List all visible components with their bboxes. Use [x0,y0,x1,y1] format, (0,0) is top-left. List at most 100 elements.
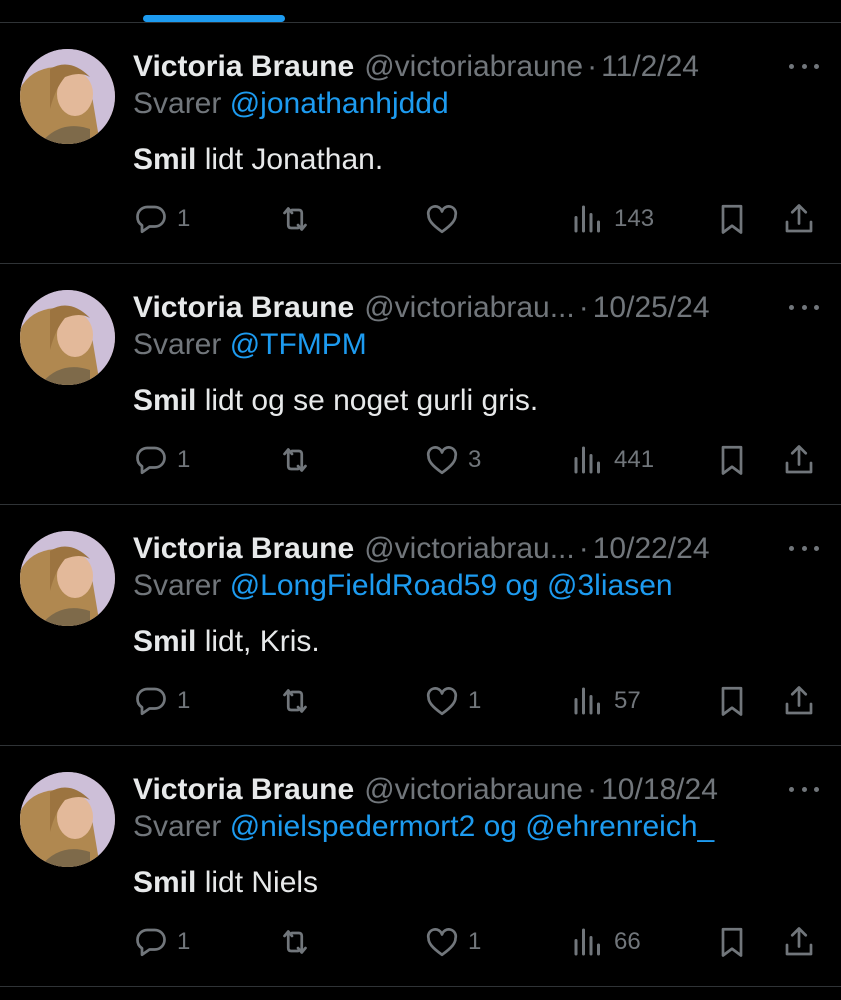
more-icon[interactable] [789,61,819,71]
author-name[interactable]: Victoria Braune [133,291,354,325]
share-icon [785,686,813,715]
tweet[interactable]: Victoria Braune @victoriabraune · 11/2/2… [0,23,841,264]
author-handle[interactable]: @victoriabraune [364,50,583,84]
tweet[interactable]: Victoria Braune @victoriabrau... · 10/22… [0,505,841,746]
reply-button[interactable]: 1 [133,198,190,240]
views-button[interactable]: 66 [570,921,641,963]
like-icon [426,205,458,234]
views-count: 143 [614,205,655,232]
avatar[interactable] [20,49,115,144]
reply-mentions[interactable]: @TFMPM [230,328,367,361]
like-count: 3 [468,446,482,473]
tweet-text-rest: lidt og se noget gurli gris. [196,384,539,417]
like-icon [426,928,458,957]
reply-button[interactable]: 1 [133,439,190,481]
author-name[interactable]: Victoria Braune [133,50,354,84]
tweet[interactable]: Victoria Braune @victoriabraune · 10/18/… [0,746,841,987]
action-bar: 1 143 [0,198,841,240]
tweet-text: Smil lidt Niels [133,866,318,900]
share-button[interactable] [781,439,817,481]
tweet-text-rest: lidt Niels [196,866,319,899]
author-handle[interactable]: @victoriabrau... [364,532,575,566]
share-button[interactable] [781,198,817,240]
reply-prefix: Svarer [133,87,222,120]
reply-icon [136,205,166,234]
like-button[interactable]: 3 [424,439,481,481]
more-icon[interactable] [789,784,819,794]
action-bar: 1 3 441 [0,439,841,481]
like-button[interactable] [424,198,468,240]
retweet-button[interactable] [277,921,321,963]
reply-prefix: Svarer [133,328,222,361]
bookmark-icon [721,445,743,475]
bookmark-button[interactable] [714,198,750,240]
author-handle[interactable]: @victoriabrau... [364,291,575,325]
author-name[interactable]: Victoria Braune [133,773,354,807]
share-icon [785,445,813,474]
separator: · [587,773,598,806]
avatar[interactable] [20,531,115,626]
separator: · [578,291,589,324]
views-button[interactable]: 57 [570,680,641,722]
separator: · [587,50,598,83]
reply-context: Svarer @jonathanhjddd [133,87,449,121]
views-count: 57 [614,687,641,714]
action-bar: 1 1 57 [0,680,841,722]
views-count: 441 [614,446,655,473]
reply-icon [136,446,166,475]
reply-mentions[interactable]: @jonathanhjddd [230,87,449,120]
reply-mentions[interactable]: @LongFieldRoad59 og @3liasen [230,569,673,602]
tweet-date[interactable]: 10/22/24 [593,532,710,566]
tweet-text-bold: Smil [133,384,197,417]
retweet-button[interactable] [277,680,321,722]
retweet-button[interactable] [277,198,321,240]
reply-feed: Victoria Braune @victoriabraune · 11/2/2… [0,23,841,987]
views-button[interactable]: 143 [570,198,654,240]
retweet-button[interactable] [277,439,321,481]
author-name[interactable]: Victoria Braune [133,532,354,566]
bookmark-button[interactable] [714,439,750,481]
avatar[interactable] [20,290,115,385]
retweet-icon [283,930,307,954]
bookmark-icon [721,927,743,957]
tweet-date[interactable]: 11/2/24 [601,50,699,84]
tweet-text-bold: Smil [133,866,197,899]
reply-count: 1 [177,687,191,714]
tweet-header: Victoria Braune @victoriabrau... · 10/25… [133,288,821,328]
more-icon[interactable] [789,543,819,553]
reply-context: Svarer @TFMPM [133,328,367,362]
retweet-icon [283,689,307,713]
tweet-text: Smil lidt Jonathan. [133,143,383,177]
reply-prefix: Svarer [133,569,222,602]
share-icon [785,204,813,233]
share-button[interactable] [781,921,817,963]
share-icon [785,927,813,956]
reply-button[interactable]: 1 [133,680,190,722]
active-tab-indicator [143,15,285,22]
bookmark-icon [721,686,743,716]
bookmark-button[interactable] [714,680,750,722]
avatar[interactable] [20,772,115,867]
reply-prefix: Svarer [133,810,222,843]
reply-button[interactable]: 1 [133,921,190,963]
like-count: 1 [468,687,482,714]
tweet-date[interactable]: 10/18/24 [601,773,718,807]
like-button[interactable]: 1 [424,921,481,963]
retweet-icon [283,207,307,231]
tweet[interactable]: Victoria Braune @victoriabrau... · 10/25… [0,264,841,505]
views-icon [574,687,600,715]
more-icon[interactable] [789,302,819,312]
author-handle[interactable]: @victoriabraune [364,773,583,807]
reply-count: 1 [177,446,191,473]
views-button[interactable]: 441 [570,439,654,481]
share-button[interactable] [781,680,817,722]
reply-context: Svarer @nielspedermort2 og @ehrenreich_ [133,810,714,844]
tweet-header: Victoria Braune @victoriabrau... · 10/22… [133,529,821,569]
views-icon [574,928,600,956]
tweet-text: Smil lidt, Kris. [133,625,320,659]
bookmark-button[interactable] [714,921,750,963]
tweet-date[interactable]: 10/25/24 [593,291,710,325]
reply-mentions[interactable]: @nielspedermort2 og @ehrenreich_ [230,810,715,843]
like-button[interactable]: 1 [424,680,481,722]
views-count: 66 [614,928,641,955]
